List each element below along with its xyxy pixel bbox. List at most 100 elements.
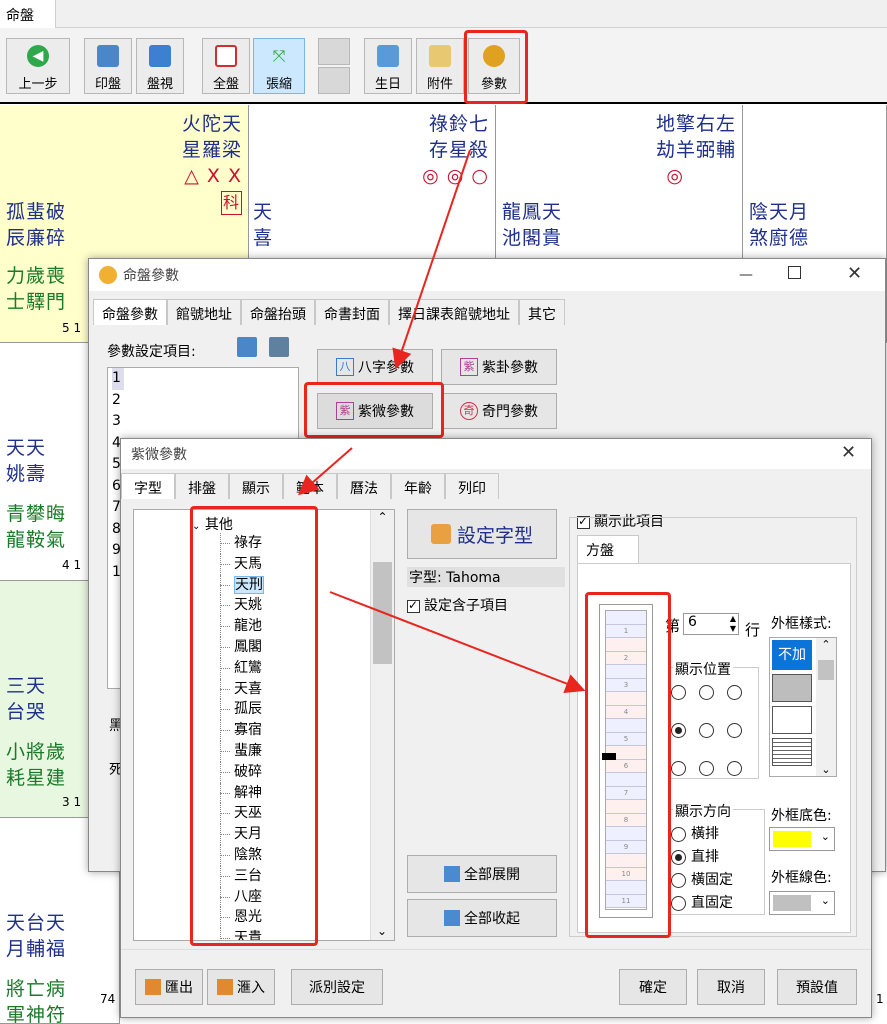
direction-horizontal-fixed[interactable]: 橫固定 (671, 869, 733, 892)
frame-style-white[interactable] (772, 706, 812, 734)
cancel-button[interactable]: 取消 (697, 969, 765, 1005)
tab-date-table-address[interactable]: 擇日課表館號地址 (389, 299, 519, 325)
star-tree[interactable]: ⌄ 其他 祿存 天馬 天刑 天姚 龍池 鳳閣 紅鸞 天喜 孤辰 寡宿 蜚廉 破碎 解神 天巫 天月 陰煞 三台八… (133, 509, 395, 941)
scroll-thumb[interactable] (818, 660, 834, 680)
position-radio-1[interactable] (671, 685, 686, 700)
tab-template[interactable]: 範本 (283, 473, 337, 499)
frame-line-select[interactable]: ⌄ (769, 891, 835, 915)
tree-item[interactable]: 八座 (190, 886, 380, 908)
tree-item[interactable]: 鳳閣 (190, 636, 380, 658)
tab-display[interactable]: 顯示 (229, 473, 283, 499)
print-button[interactable]: 印盤 (84, 38, 132, 94)
set-children-checkbox[interactable]: 設定含子項目 (407, 595, 508, 615)
direction-vertical[interactable]: 直排 (671, 846, 733, 869)
tab-calendar[interactable]: 曆法 (337, 473, 391, 499)
scroll-thumb[interactable] (373, 562, 392, 664)
params-button[interactable]: 參數 (468, 38, 520, 94)
tree-scrollbar[interactable]: ⌃ ⌄ (370, 510, 394, 940)
tree-item[interactable]: 紅鸞 (190, 657, 380, 679)
direction-horizontal[interactable]: 橫排 (671, 823, 733, 846)
tab-chart[interactable]: 命盤 (0, 0, 56, 28)
tree-item[interactable]: 寡宿 (190, 720, 380, 741)
qimen-params-button[interactable]: 奇 奇門參數 (441, 393, 557, 429)
position-radio-9[interactable] (727, 761, 742, 776)
tree-item[interactable]: 天貴 (190, 928, 380, 940)
collapse-all-button[interactable]: 全部收起 (407, 899, 557, 937)
set-font-button[interactable]: 設定字型 (407, 509, 557, 559)
tree-item[interactable]: 祿存 (190, 533, 380, 554)
tab-square-chart[interactable]: 方盤 (577, 535, 639, 563)
tree-item[interactable]: 天喜 (190, 678, 380, 700)
bazi-params-button[interactable]: 八 八字參數 (317, 349, 433, 385)
view-button[interactable]: 盤視 (136, 38, 184, 94)
tree-item[interactable]: 恩光 (190, 907, 380, 928)
frame-style-scrollbar[interactable]: ⌃ ⌄ (816, 638, 836, 776)
scroll-down-icon[interactable]: ⌄ (816, 763, 836, 776)
position-radio-6[interactable] (727, 723, 742, 738)
frame-style-lined[interactable] (772, 738, 812, 766)
scroll-down-icon[interactable]: ⌄ (371, 924, 393, 938)
position-radio-5[interactable] (699, 723, 714, 738)
close-icon[interactable]: ✕ (841, 442, 856, 463)
frame-bg-select[interactable]: ⌄ (769, 827, 835, 851)
tab-cover[interactable]: 命書封面 (315, 299, 389, 325)
tree-item[interactable]: 解神 (190, 782, 380, 804)
full-chart-button[interactable]: 全盤 (202, 38, 250, 94)
frame-style-gray[interactable] (772, 674, 812, 702)
tab-print[interactable]: 列印 (445, 473, 499, 499)
scroll-up-icon[interactable]: ⌃ (816, 638, 836, 651)
edit-icon[interactable] (237, 337, 257, 357)
tree-item[interactable]: 龍池 (190, 616, 380, 637)
ziwei-params-button[interactable]: 紫 紫微參數 (317, 393, 433, 429)
maximize-icon[interactable] (788, 266, 801, 279)
ok-button[interactable]: 確定 (619, 969, 687, 1005)
close-icon[interactable]: ✕ (847, 263, 862, 284)
spinner-icon[interactable]: ▲ ▼ (730, 614, 736, 634)
tree-item[interactable]: 陰煞 (190, 844, 380, 866)
tree-item[interactable]: 天月 (190, 824, 380, 845)
row-number-input[interactable]: 6 ▲ ▼ (683, 613, 739, 635)
scroll-up-icon[interactable]: ⌃ (371, 510, 394, 524)
tab-font[interactable]: 字型 (121, 473, 175, 499)
attach-button[interactable]: 附件 (416, 38, 464, 94)
tree-item[interactable]: 天巫 (190, 803, 380, 824)
export-button[interactable]: 匯出 (135, 969, 203, 1005)
tree-item[interactable]: 天刑 (190, 574, 380, 596)
default-button[interactable]: 預設值 (777, 969, 857, 1005)
tree-item[interactable]: 天姚 (190, 595, 380, 616)
frame-style-list[interactable]: 不加 ⌃ ⌄ (769, 637, 837, 777)
tab-header[interactable]: 命盤抬頭 (241, 299, 315, 325)
minimize-icon[interactable]: — (739, 267, 753, 283)
birthday-button[interactable]: 生日 (364, 38, 412, 94)
tab-chart-params[interactable]: 命盤參數 (93, 299, 167, 325)
position-radio-3[interactable] (727, 685, 742, 700)
chart-params-titlebar: 命盤參數 — ✕ (89, 259, 885, 291)
frame-style-none[interactable]: 不加 (772, 640, 812, 670)
position-radio-4[interactable] (671, 723, 686, 738)
blank-button-bottom[interactable] (318, 67, 350, 94)
import-button[interactable]: 滙入 (207, 969, 275, 1005)
zigua-params-button[interactable]: 紫 紫卦參數 (441, 349, 557, 385)
position-radio-8[interactable] (699, 761, 714, 776)
tree-root[interactable]: ⌄ 其他 (192, 514, 233, 534)
tab-layout[interactable]: 排盤 (175, 473, 229, 499)
tab-other[interactable]: 其它 (519, 299, 565, 325)
school-settings-button[interactable]: 派別設定 (291, 969, 383, 1005)
tab-age[interactable]: 年齡 (391, 473, 445, 499)
back-button[interactable]: ◀ 上一步 (6, 38, 70, 94)
position-radio-7[interactable] (671, 761, 686, 776)
tab-address[interactable]: 館號地址 (167, 299, 241, 325)
birthday-icon (377, 45, 399, 67)
expand-all-button[interactable]: 全部展開 (407, 855, 557, 893)
direction-vertical-fixed[interactable]: 直固定 (671, 892, 733, 915)
position-radio-2[interactable] (699, 685, 714, 700)
tree-item[interactable]: 破碎 (190, 761, 380, 783)
export-icon[interactable] (269, 337, 289, 357)
tree-item[interactable]: 三台 (190, 865, 380, 887)
tree-item[interactable]: 孤辰 (190, 699, 380, 720)
tree-item[interactable]: 蜚廉 (190, 740, 380, 762)
blank-button-top[interactable] (318, 38, 350, 65)
tree-item[interactable]: 天馬 (190, 553, 380, 575)
preview-marker (602, 753, 616, 760)
zoom-button[interactable]: ⤧ 張縮 (253, 38, 305, 94)
